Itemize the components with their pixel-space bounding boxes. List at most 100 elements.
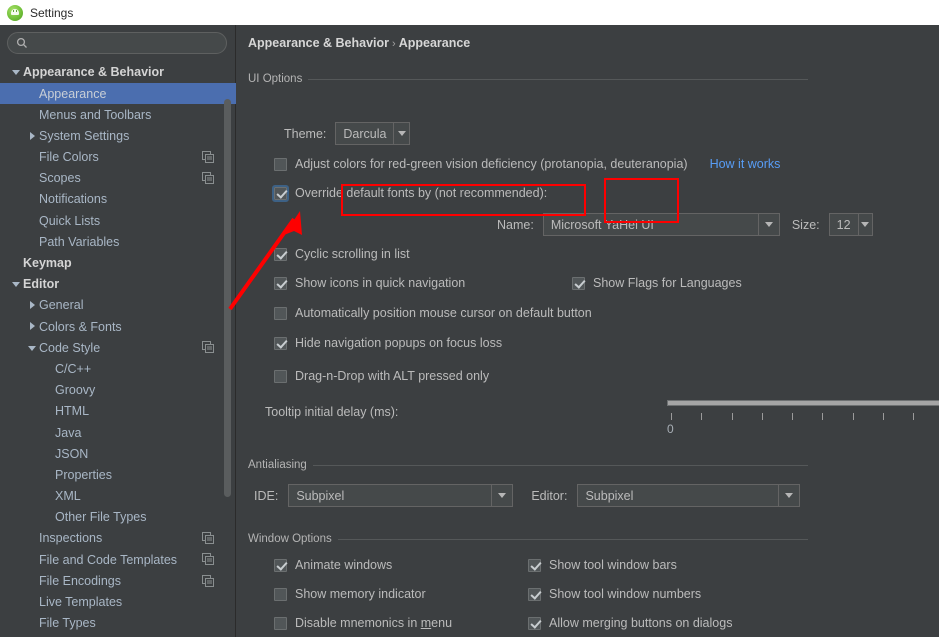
- sidebar-item-keymap[interactable]: Keymap: [0, 253, 236, 274]
- copy-settings-icon[interactable]: [202, 553, 214, 566]
- sidebar-item-java[interactable]: Java: [0, 422, 236, 443]
- sidebar-item-label: HTML: [55, 404, 90, 419]
- search-input[interactable]: [28, 33, 226, 53]
- sidebar-item-file-and-code-templates[interactable]: File and Code Templates: [0, 549, 236, 570]
- copy-settings-icon[interactable]: [202, 150, 214, 163]
- sidebar-item-menus-and-toolbars[interactable]: Menus and Toolbars: [0, 104, 236, 125]
- slider-track[interactable]: [667, 400, 939, 406]
- window-option-disable-mnemonics-in-menu-checkbox[interactable]: [274, 616, 287, 630]
- breadcrumb-root[interactable]: Appearance & Behavior: [248, 36, 389, 50]
- sidebar-item-html[interactable]: HTML: [0, 401, 236, 422]
- sidebar-item-appearance[interactable]: Appearance: [0, 83, 236, 105]
- tooltip-delay-slider[interactable]: 0 1200: [667, 395, 939, 439]
- chevron-right-icon[interactable]: [26, 299, 39, 312]
- editor-antialiasing-value: Subpixel: [585, 488, 634, 503]
- chevron-right-icon[interactable]: [26, 130, 39, 143]
- sidebar-item-other-file-types[interactable]: Other File Types: [0, 507, 236, 528]
- override-fonts-checkbox[interactable]: [272, 184, 289, 202]
- slider-min-label: 0: [667, 422, 674, 436]
- font-name-combobox[interactable]: Microsoft YaHei UI: [542, 213, 780, 236]
- chevron-down-icon[interactable]: [393, 123, 410, 144]
- show-icons-quick-nav-checkbox[interactable]: [274, 276, 287, 290]
- sidebar-item-system-settings[interactable]: System Settings: [0, 126, 236, 147]
- sidebar-item-quick-lists[interactable]: Quick Lists: [0, 210, 236, 231]
- sidebar-item-live-templates[interactable]: Live Templates: [0, 592, 236, 613]
- window-options-group-label: Window Options: [248, 533, 332, 545]
- chevron-down-icon[interactable]: [778, 485, 800, 506]
- adjust-colors-row[interactable]: Adjust colors for red-green vision defic…: [274, 157, 780, 171]
- window-option-show-tool-window-numbers-row[interactable]: Show tool window numbers: [528, 587, 701, 601]
- font-size-combobox[interactable]: 12: [828, 213, 873, 236]
- show-flags-languages-checkbox[interactable]: [572, 276, 585, 290]
- show-icons-quick-nav-row[interactable]: Show icons in quick navigation: [274, 276, 465, 290]
- sidebar-item-c-c[interactable]: C/C++: [0, 359, 236, 380]
- adjust-colors-checkbox[interactable]: [274, 157, 287, 171]
- auto-position-cursor-row[interactable]: Automatically position mouse cursor on d…: [274, 306, 592, 320]
- sidebar-item-code-style[interactable]: Code Style: [0, 337, 236, 358]
- auto-position-cursor-checkbox[interactable]: [274, 306, 287, 320]
- window-option-show-tool-window-bars-checkbox[interactable]: [528, 558, 541, 572]
- sidebar-item-xml[interactable]: XML: [0, 486, 236, 507]
- window-option-show-tool-window-numbers-checkbox[interactable]: [528, 587, 541, 601]
- breadcrumb-leaf: Appearance: [398, 36, 471, 50]
- window-options-group-header: Window Options: [248, 533, 808, 545]
- window-option-show-memory-indicator-row[interactable]: Show memory indicator: [274, 587, 426, 601]
- sidebar-scrollbar-thumb[interactable]: [224, 99, 231, 497]
- chevron-down-icon[interactable]: [491, 485, 513, 506]
- cyclic-scrolling-label: Cyclic scrolling in list: [295, 247, 410, 261]
- copy-settings-icon[interactable]: [202, 171, 214, 184]
- drag-n-drop-alt-checkbox[interactable]: [274, 369, 287, 383]
- sidebar-item-appearance-behavior[interactable]: Appearance & Behavior: [0, 62, 236, 83]
- cyclic-scrolling-row[interactable]: Cyclic scrolling in list: [274, 247, 410, 261]
- window-option-allow-merging-buttons-on-dialogs-row[interactable]: Allow merging buttons on dialogs: [528, 616, 732, 630]
- chevron-right-icon[interactable]: [26, 320, 39, 333]
- ui-options-group-header: UI Options: [248, 73, 808, 85]
- hide-nav-popups-checkbox[interactable]: [274, 336, 287, 350]
- sidebar-item-scopes[interactable]: Scopes: [0, 168, 236, 189]
- sidebar-item-inspections[interactable]: Inspections: [0, 528, 236, 549]
- editor-antialiasing-combobox[interactable]: Subpixel: [577, 484, 801, 507]
- chevron-down-icon[interactable]: [26, 342, 39, 355]
- sidebar-item-path-variables[interactable]: Path Variables: [0, 232, 236, 253]
- ide-antialiasing-combobox[interactable]: Subpixel: [288, 484, 514, 507]
- copy-settings-icon[interactable]: [202, 341, 214, 354]
- sidebar-item-properties[interactable]: Properties: [0, 465, 236, 486]
- sidebar-item-notifications[interactable]: Notifications: [0, 189, 236, 210]
- window-option-allow-merging-buttons-on-dialogs-checkbox[interactable]: [528, 616, 541, 630]
- chevron-down-icon[interactable]: [10, 278, 23, 291]
- window-option-disable-mnemonics-in-menu-row[interactable]: Disable mnemonics in menu: [274, 616, 452, 630]
- hide-nav-popups-row[interactable]: Hide navigation popups on focus loss: [274, 336, 502, 350]
- sidebar-item-editor[interactable]: Editor: [0, 274, 236, 295]
- chevron-down-icon[interactable]: [857, 214, 872, 235]
- window-option-show-tool-window-bars-row[interactable]: Show tool window bars: [528, 558, 677, 572]
- how-it-works-link[interactable]: How it works: [710, 157, 781, 171]
- antialiasing-row: IDE: Subpixel Editor: Subpixel: [254, 484, 801, 507]
- theme-combobox[interactable]: Darcula: [335, 122, 411, 145]
- chevron-down-icon[interactable]: [757, 214, 779, 235]
- sidebar-item-file-encodings[interactable]: File Encodings: [0, 571, 236, 592]
- sidebar-item-json[interactable]: JSON: [0, 443, 236, 464]
- copy-settings-icon[interactable]: [202, 532, 214, 545]
- sidebar-item-file-colors[interactable]: File Colors: [0, 147, 236, 168]
- sidebar-scrollbar-track[interactable]: [224, 62, 233, 637]
- drag-n-drop-alt-row[interactable]: Drag-n-Drop with ALT pressed only: [274, 369, 489, 383]
- copy-settings-icon[interactable]: [202, 574, 214, 587]
- sidebar-item-label: Inspections: [39, 531, 103, 546]
- window-option-show-memory-indicator-checkbox[interactable]: [274, 587, 287, 601]
- cyclic-scrolling-checkbox[interactable]: [274, 247, 287, 261]
- chevron-down-icon[interactable]: [10, 66, 23, 79]
- sidebar-item-colors-fonts[interactable]: Colors & Fonts: [0, 316, 236, 337]
- drag-n-drop-alt-label: Drag-n-Drop with ALT pressed only: [295, 369, 490, 383]
- override-fonts-row[interactable]: Override default fonts by (not recommend…: [272, 184, 547, 202]
- sidebar-item-groovy[interactable]: Groovy: [0, 380, 236, 401]
- sidebar-item-general[interactable]: General: [0, 295, 236, 316]
- window-option-animate-windows-row[interactable]: Animate windows: [274, 558, 392, 572]
- show-flags-languages-row[interactable]: Show Flags for Languages: [572, 276, 742, 290]
- window-option-animate-windows-checkbox[interactable]: [274, 558, 287, 572]
- slider-tick: [822, 413, 823, 420]
- search-box[interactable]: [7, 32, 227, 54]
- sidebar-item-file-types[interactable]: File Types: [0, 613, 236, 634]
